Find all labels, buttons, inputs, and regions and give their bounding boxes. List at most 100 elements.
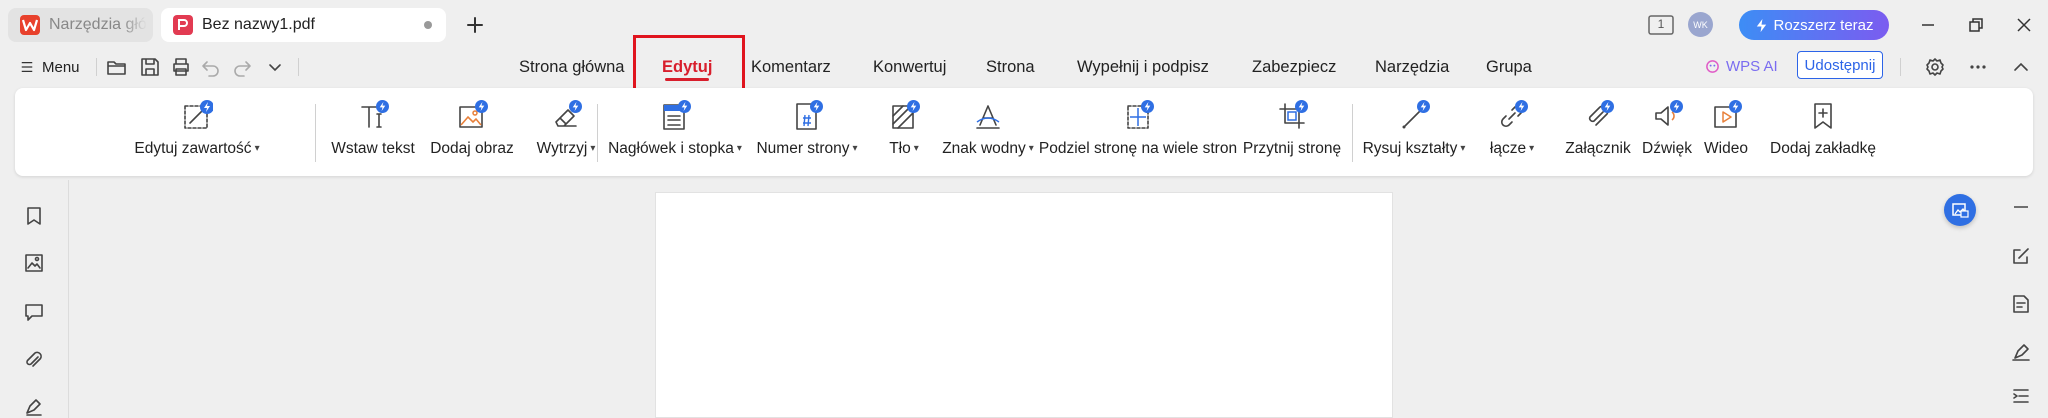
split-page-tool[interactable]: Podziel stronę na wiele stron <box>1039 88 1237 176</box>
pen-icon[interactable] <box>2010 341 2032 363</box>
ai-sparkle-icon <box>1706 60 1719 73</box>
document-settings-icon[interactable] <box>2010 293 2032 315</box>
split-page-icon <box>1127 100 1154 129</box>
thumbnails-panel-icon[interactable] <box>23 252 45 274</box>
tool-label: Wstaw tekst <box>331 140 415 157</box>
tab-strona-glowna[interactable]: Strona główna <box>519 50 625 84</box>
tab-document[interactable]: Bez nazwy1.pdf <box>161 8 446 42</box>
avatar-initials: WK <box>1693 19 1708 30</box>
link-tool[interactable]: łącze ▾ <box>1479 88 1545 176</box>
eraser-icon <box>555 100 582 127</box>
share-button[interactable]: Udostępnij <box>1797 51 1883 79</box>
chevron-down-icon[interactable] <box>264 56 286 78</box>
settings-gear-icon[interactable] <box>1924 56 1946 78</box>
add-bookmark-icon <box>1814 103 1832 129</box>
insert-text-tool[interactable]: Wstaw tekst <box>327 88 419 176</box>
tab-komentarz[interactable]: Komentarz <box>751 50 831 84</box>
menu-button[interactable]: Menu <box>20 56 80 78</box>
comments-panel-icon[interactable] <box>23 301 45 323</box>
lightning-icon <box>1757 18 1767 32</box>
signature-panel-icon[interactable] <box>23 395 45 417</box>
open-folder-icon[interactable] <box>106 56 128 78</box>
dropdown-caret-icon: ▾ <box>1028 143 1034 154</box>
sound-tool[interactable]: Dźwięk <box>1638 88 1696 176</box>
bookmark-panel-icon[interactable] <box>23 205 45 227</box>
page-number-icon <box>796 100 823 130</box>
upgrade-button[interactable]: Rozszerz teraz <box>1739 10 1889 40</box>
window-count: 1 <box>1657 17 1665 31</box>
save-icon[interactable] <box>139 56 161 78</box>
tab-zabezpiecz[interactable]: Zabezpiecz <box>1252 50 1336 84</box>
attachment-tool[interactable]: Załącznik <box>1559 88 1637 176</box>
page-number-tool[interactable]: Numer strony ▾ <box>756 88 858 176</box>
eraser-tool[interactable]: Wytrzyj ▾ <box>525 88 607 176</box>
header-footer-icon <box>663 100 691 130</box>
tab-wypelnij-i-podpisz[interactable]: Wypełnij i podpisz <box>1077 50 1209 84</box>
unsaved-dot-icon[interactable] <box>424 21 432 29</box>
tab-tools[interactable]: Narzędzia głó <box>8 8 153 42</box>
collapse-panel-icon[interactable] <box>2010 196 2032 218</box>
video-icon <box>1714 100 1742 128</box>
left-sidebar <box>0 180 69 418</box>
wps-ai-button[interactable]: WPS AI <box>1705 58 1778 75</box>
watermark-icon <box>976 105 1000 129</box>
tool-label: Numer strony <box>756 140 850 157</box>
new-tab-plus-icon[interactable] <box>463 13 487 37</box>
tool-label: Przytnij stronę <box>1242 140 1342 157</box>
divider <box>298 58 299 76</box>
edit-icon[interactable] <box>2010 245 2032 267</box>
dropdown-caret-icon: ▾ <box>254 143 260 154</box>
draw-shapes-tool[interactable]: Rysuj kształty ▾ <box>1362 88 1466 176</box>
edit-content-tool[interactable]: Edytuj zawartość ▾ <box>134 88 260 176</box>
divider <box>1900 58 1901 76</box>
tab-strona[interactable]: Strona <box>986 50 1035 84</box>
window-count-badge[interactable]: 1 <box>1648 15 1674 35</box>
tool-label: Dodaj zakładkę <box>1770 140 1876 157</box>
page-tools-float-button[interactable] <box>1944 194 1976 226</box>
crop-page-icon <box>1279 100 1308 129</box>
tool-label: Dodaj obraz <box>430 140 514 157</box>
add-bookmark-tool[interactable]: Dodaj zakładkę <box>1763 88 1883 176</box>
divider <box>597 104 598 162</box>
video-tool[interactable]: Wideo <box>1697 88 1755 176</box>
restore-icon[interactable] <box>1964 13 1988 37</box>
wps-logo-icon <box>20 15 40 35</box>
crop-page-tool[interactable]: Przytnij stronę <box>1241 88 1343 176</box>
tool-label: Załącznik <box>1565 140 1631 157</box>
add-image-tool[interactable]: Dodaj obraz <box>427 88 517 176</box>
minimize-icon[interactable] <box>1916 13 1940 37</box>
tab-document-label: Bez nazwy1.pdf <box>202 16 315 33</box>
tab-konwertuj[interactable]: Konwertuj <box>873 50 946 84</box>
sound-icon <box>1655 100 1683 126</box>
tab-grupa[interactable]: Grupa <box>1486 50 1532 84</box>
avatar[interactable]: WK <box>1688 12 1713 37</box>
divider <box>96 58 97 76</box>
wps-ai-label: WPS AI <box>1726 58 1778 75</box>
watermark-tool[interactable]: Znak wodny ▾ <box>938 88 1038 176</box>
tool-label: Wytrzyj <box>536 140 588 157</box>
redo-icon[interactable] <box>231 56 253 78</box>
tool-label: Edytuj zawartość <box>134 140 252 157</box>
tab-tools-label: Narzędzia głó <box>49 16 147 33</box>
attachment-icon <box>1588 100 1614 126</box>
header-footer-tool[interactable]: Nagłówek i stopka ▾ <box>608 88 742 176</box>
add-image-icon <box>459 100 488 128</box>
background-icon <box>892 100 920 129</box>
tool-label: Wideo <box>1704 140 1748 157</box>
tool-label: Znak wodny <box>942 140 1026 157</box>
right-sidebar <box>1995 180 2048 418</box>
background-tool[interactable]: Tło ▾ <box>872 88 936 176</box>
divider <box>315 104 316 162</box>
outline-icon[interactable] <box>2010 385 2032 407</box>
dropdown-caret-icon: ▾ <box>913 143 919 154</box>
print-icon[interactable] <box>170 56 192 78</box>
close-window-icon[interactable] <box>2012 13 2036 37</box>
collapse-ribbon-icon[interactable] <box>2010 56 2032 78</box>
more-options-icon[interactable] <box>1967 56 1989 78</box>
tab-narzedzia[interactable]: Narzędzia <box>1375 50 1449 84</box>
attachments-panel-icon[interactable] <box>23 349 45 371</box>
document-page[interactable] <box>655 192 1393 418</box>
undo-icon[interactable] <box>200 56 222 78</box>
tool-label: Dźwięk <box>1642 140 1692 157</box>
highlight-box-edytuj <box>633 35 745 94</box>
